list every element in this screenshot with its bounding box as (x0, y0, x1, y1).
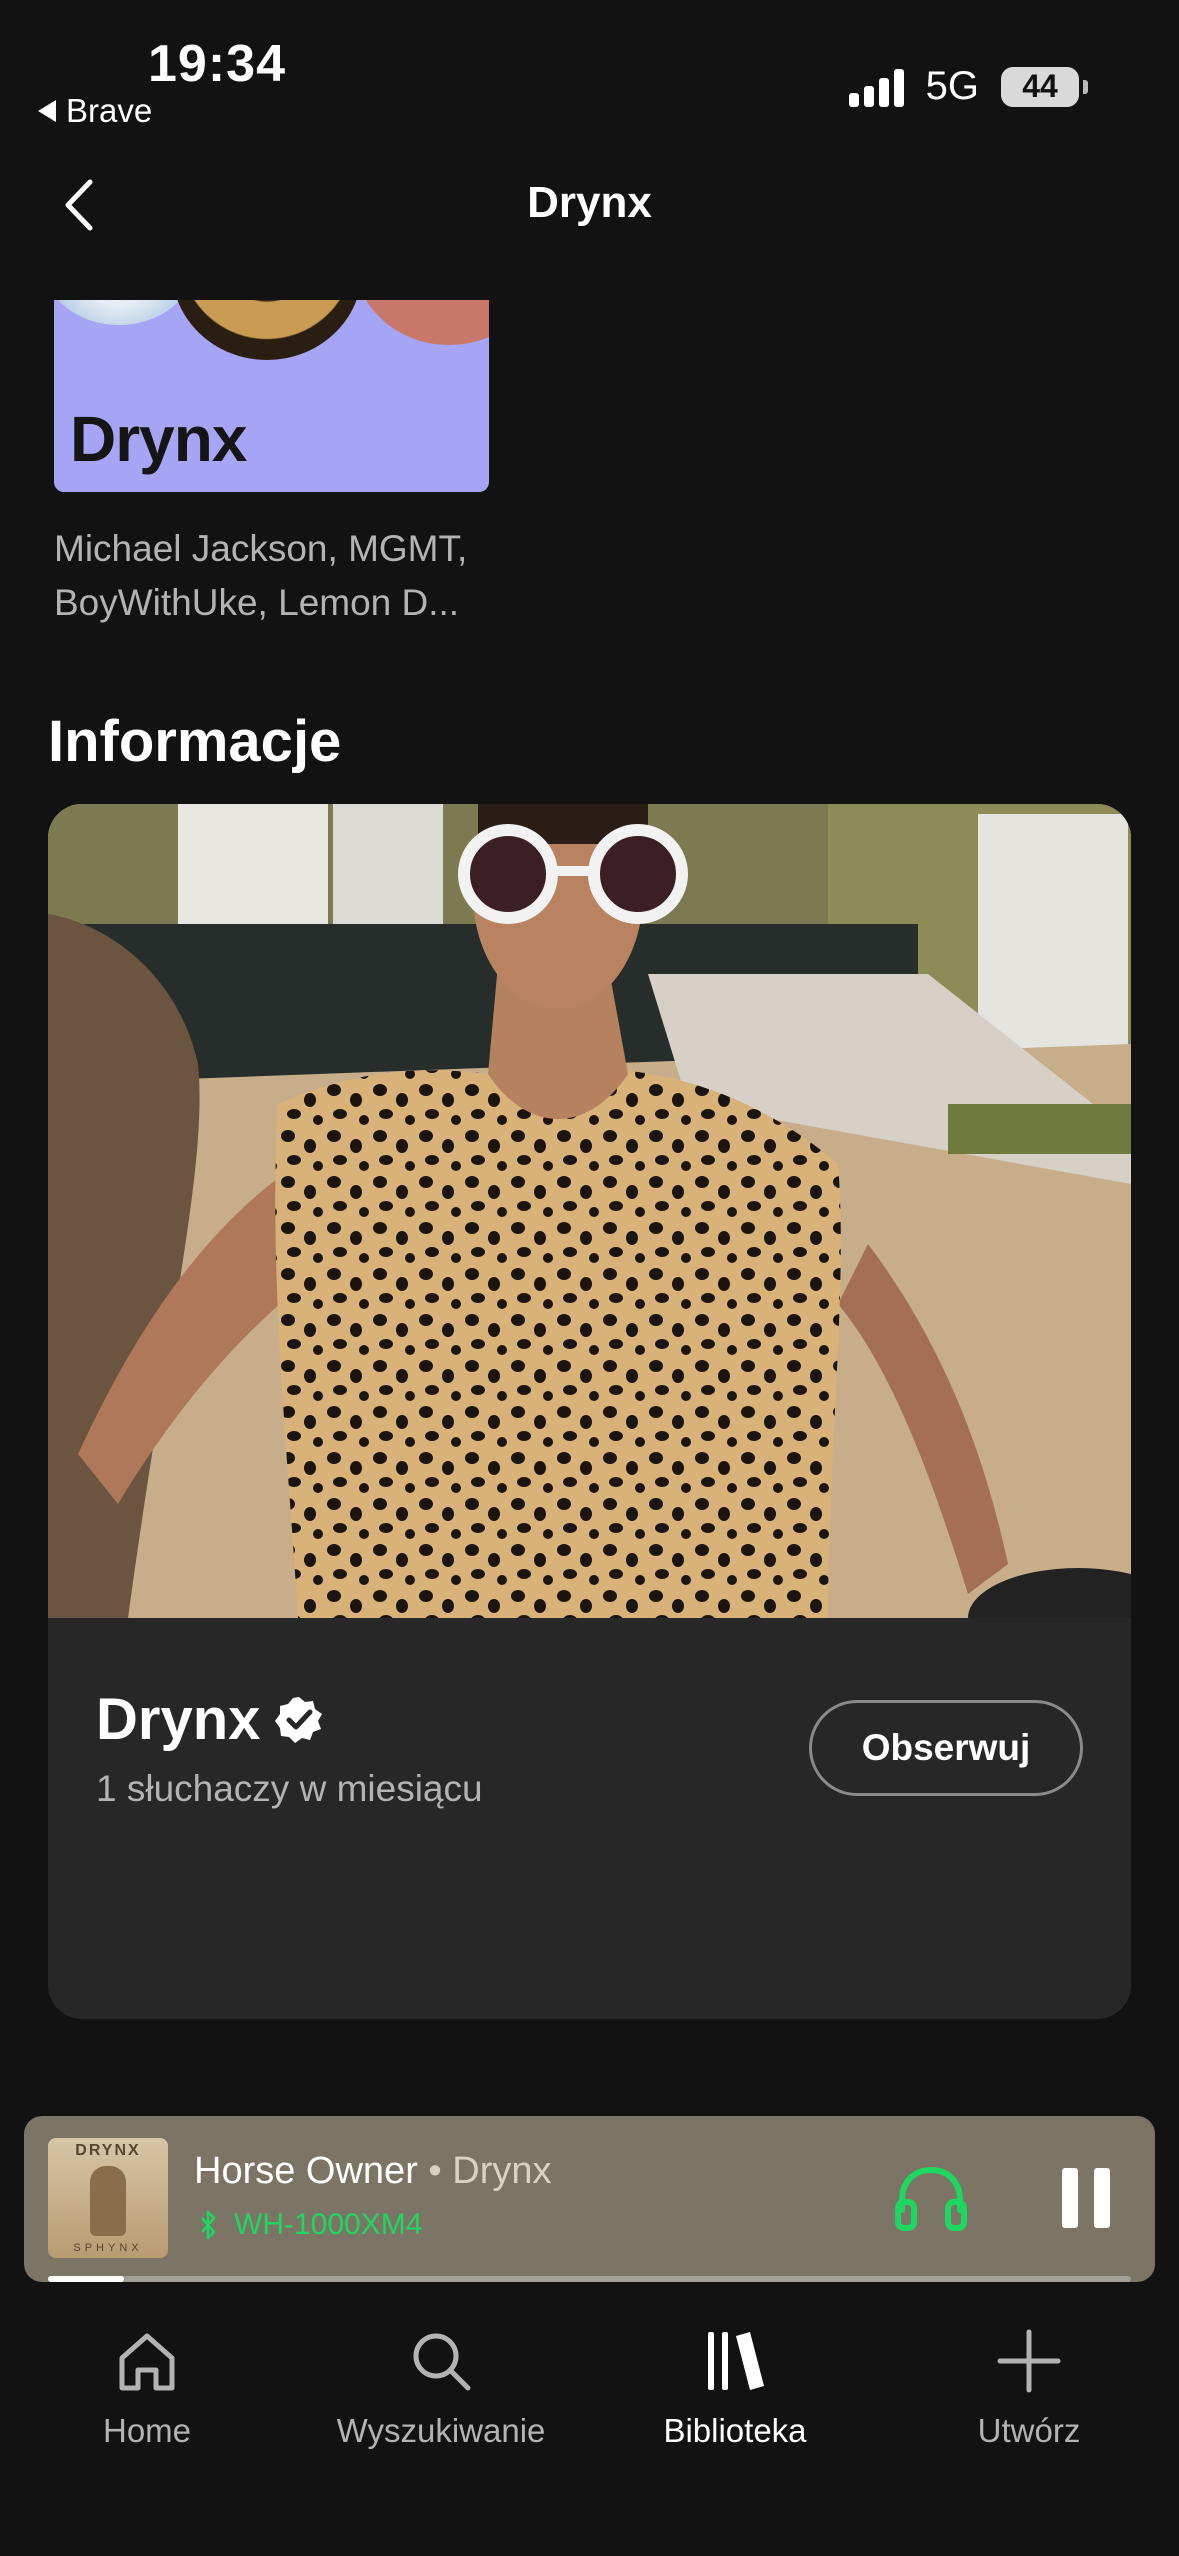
plus-icon (997, 2329, 1061, 2393)
pause-button[interactable] (1056, 2168, 1116, 2228)
top-nav: Drynx (0, 150, 1179, 260)
back-app-label: Brave (66, 92, 153, 129)
pause-icon-bar (1094, 2168, 1110, 2228)
mini-player[interactable]: DRYNX SPHYNX Horse Owner • Drynx WH-1000… (24, 2116, 1155, 2282)
artist-photo (48, 804, 1131, 1618)
connect-device-button[interactable] (894, 2162, 968, 2234)
playlist-title: Drynx (70, 403, 247, 475)
artist-name: Drynx (96, 1687, 261, 1752)
artist-about-card[interactable]: Drynx 1 słuchaczy w miesiącu Obserwuj (48, 804, 1131, 2019)
playlist-card[interactable]: Drynx (54, 300, 489, 492)
album-art-label: DRYNX (75, 2142, 141, 2159)
headphones-icon (895, 2166, 967, 2231)
battery-level: 44 (1022, 68, 1058, 104)
tab-home[interactable]: Home (0, 2326, 294, 2450)
playlist-artist-circle (354, 300, 489, 345)
tab-library[interactable]: Biblioteka (588, 2326, 882, 2450)
tab-label: Wyszukiwanie (336, 2412, 546, 2449)
follow-button[interactable]: Obserwuj (809, 1700, 1083, 1796)
track-separator: • (417, 2150, 453, 2192)
tab-search[interactable]: Wyszukiwanie (294, 2326, 588, 2450)
tab-label: Home (102, 2412, 192, 2449)
playback-progress (48, 2276, 1131, 2282)
playlist-description: Michael Jackson, MGMT, BoyWithUke, Lemon… (54, 528, 468, 623)
search-icon (413, 2333, 471, 2391)
pause-icon-bar (1062, 2168, 1078, 2228)
playlist-artist-circle (54, 300, 194, 325)
tab-label: Utwórz (977, 2412, 1081, 2449)
artist-name-row: Drynx (96, 1686, 324, 1753)
back-triangle-icon (38, 100, 56, 122)
track-line: Horse Owner • Drynx (194, 2150, 552, 2193)
track-title: Horse Owner (194, 2150, 418, 2192)
album-art-figure (90, 2166, 126, 2236)
section-title: Informacje (48, 709, 342, 774)
library-icon (708, 2332, 764, 2390)
connected-device: WH-1000XM4 (200, 2208, 422, 2242)
verified-badge-icon (275, 1696, 323, 1743)
signal-icon (848, 67, 904, 107)
tab-create[interactable]: Utwórz (882, 2326, 1176, 2450)
home-icon (119, 2333, 175, 2391)
page-title: Drynx (527, 178, 652, 227)
tab-label: Biblioteka (663, 2412, 807, 2449)
bluetooth-icon (201, 2210, 216, 2240)
playlist-artist-circle (172, 300, 362, 360)
bottom-tab-bar: Home Wyszukiwanie Biblioteka Utwórz (0, 2290, 1179, 2556)
device-name: WH-1000XM4 (234, 2208, 423, 2241)
back-to-app-link[interactable]: Brave (38, 92, 152, 130)
status-bar: 19:34 Brave 5G 44 (0, 0, 1179, 140)
track-artist: Drynx (452, 2150, 552, 2192)
monthly-listeners: 1 słuchaczy w miesiącu (96, 1768, 483, 1809)
album-art: DRYNX SPHYNX (48, 2138, 168, 2258)
status-indicators: 5G 44 (848, 64, 1088, 109)
album-art-sub: SPHYNX (73, 2242, 143, 2254)
status-time: 19:34 (148, 35, 286, 93)
playback-progress-fill (48, 2276, 124, 2282)
battery-icon: 44 (1001, 66, 1088, 107)
network-type: 5G (925, 64, 979, 108)
artist-info-panel: Drynx 1 słuchaczy w miesiącu Obserwuj (48, 1618, 1131, 2019)
